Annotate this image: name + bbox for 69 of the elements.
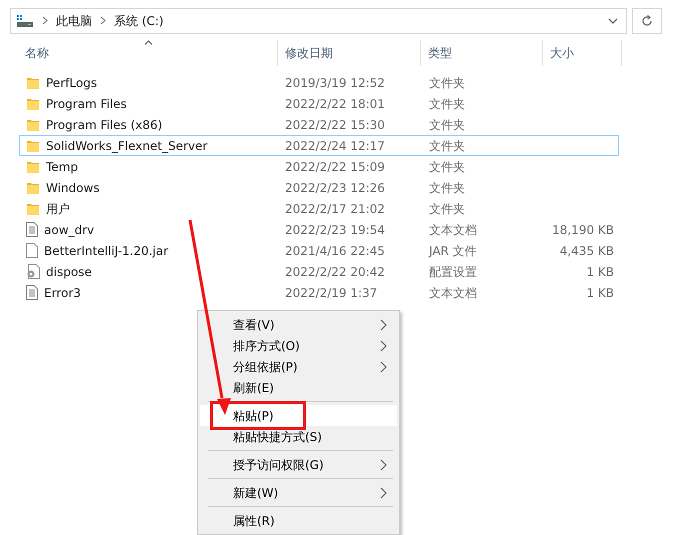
folder-icon — [26, 96, 40, 110]
file-date: 2022/2/23 12:26 — [285, 180, 385, 194]
file-type: 文件夹 — [429, 76, 465, 90]
file-size: 18,190 KB — [552, 222, 614, 236]
file-date: 2022/2/17 21:02 — [285, 202, 385, 216]
menu-item[interactable]: 刷新(E) — [200, 377, 397, 398]
file-type: 配置设置 — [429, 264, 477, 278]
file-date: 2019/3/19 12:52 — [285, 76, 385, 90]
file-type: 文件夹 — [429, 138, 465, 152]
folder-icon — [26, 118, 40, 132]
menu-item[interactable]: 分组依据(P) — [200, 356, 397, 377]
file-date: 2022/2/22 15:30 — [285, 118, 385, 132]
file-name[interactable]: Program Files (x86) — [46, 116, 162, 134]
menu-item[interactable]: 新建(W) — [200, 482, 397, 503]
address-bar[interactable]: 此电脑 系统 (C:) — [10, 8, 627, 34]
file-type: 文件夹 — [429, 160, 465, 174]
folder-icon — [26, 138, 40, 152]
file-type: 文件夹 — [429, 96, 465, 110]
folder-icon — [26, 180, 40, 194]
refresh-icon — [641, 14, 653, 27]
file-name[interactable]: Error3 — [44, 284, 81, 302]
gear-file-icon — [26, 264, 40, 279]
file-size: 1 KB — [586, 264, 614, 278]
file-type: 文件夹 — [429, 180, 465, 194]
column-header[interactable]: 名称 — [18, 40, 278, 66]
file-date: 2022/2/22 20:42 — [285, 264, 385, 278]
folder-icon — [26, 202, 40, 216]
file-icon — [26, 243, 38, 258]
file-size: 4,435 KB — [560, 244, 614, 258]
file-type: 文本文档 — [429, 286, 477, 300]
file-date: 2022/2/23 19:54 — [285, 222, 385, 236]
focused-row[interactable]: SolidWorks_Flexnet_Server 2022/2/24 12:17 文件夹 — [19, 135, 619, 156]
column-header[interactable]: 修改日期 — [278, 40, 421, 66]
file-date: 2022/2/22 15:09 — [285, 160, 385, 174]
text-file-icon — [26, 285, 38, 300]
file-date: 2022/2/19 1:37 — [285, 286, 378, 300]
file-name[interactable]: Program Files — [46, 94, 127, 112]
file-name[interactable]: PerfLogs — [46, 74, 98, 92]
menu-item[interactable]: 粘贴快捷方式(S) — [200, 426, 397, 447]
file-date: 2021/4/16 22:45 — [285, 244, 385, 258]
file-name[interactable]: aow_drv — [44, 220, 94, 238]
column-header[interactable]: 类型 — [421, 40, 543, 66]
menu-item[interactable]: 粘贴(P) — [200, 405, 397, 426]
file-date: 2022/2/24 12:17 — [285, 138, 385, 152]
file-name[interactable]: 用户 — [46, 200, 70, 218]
breadcrumb-item[interactable]: 此电脑 — [56, 12, 92, 30]
folder-icon — [26, 76, 40, 90]
file-size: 1 KB — [586, 286, 614, 300]
file-type: JAR 文件 — [429, 244, 477, 258]
file-type: 文件夹 — [429, 202, 465, 216]
file-type: 文本文档 — [429, 222, 477, 236]
menu-item[interactable]: 授予访问权限(G) — [200, 454, 397, 475]
file-name[interactable]: SolidWorks_Flexnet_Server — [46, 136, 208, 154]
menu-item[interactable]: 属性(R) — [200, 510, 397, 531]
dropdown-caret-icon[interactable] — [608, 18, 618, 24]
breadcrumb-item[interactable]: 系统 (C:) — [114, 12, 164, 30]
folder-icon — [26, 160, 40, 174]
file-type: 文件夹 — [429, 118, 465, 132]
drive-icon — [16, 14, 34, 28]
file-name[interactable]: Temp — [46, 158, 78, 176]
file-date: 2022/2/22 18:01 — [285, 96, 385, 110]
refresh-button[interactable] — [632, 8, 662, 34]
menu-item[interactable]: 查看(V) — [200, 314, 397, 335]
column-header[interactable]: 大小 — [543, 40, 622, 66]
menu-item[interactable]: 排序方式(O) — [200, 335, 397, 356]
text-file-icon — [26, 222, 38, 237]
file-name[interactable]: Windows — [46, 178, 100, 196]
file-name[interactable]: BetterIntelliJ-1.20.jar — [44, 242, 168, 260]
file-name[interactable]: dispose — [46, 262, 92, 280]
